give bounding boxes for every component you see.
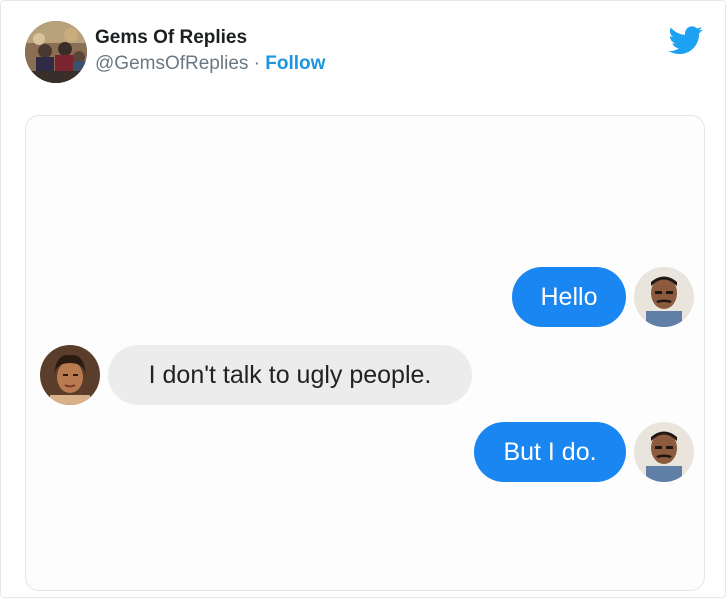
author-name[interactable]: Gems Of Replies — [95, 27, 247, 49]
message-bubble-incoming: I don't talk to ugly people. — [108, 345, 472, 405]
twitter-bird-icon[interactable] — [669, 23, 703, 57]
author-avatar[interactable] — [25, 21, 87, 83]
chat-screenshot[interactable]: Hello I don't talk to ugly people. But I… — [25, 115, 705, 591]
sender-avatar — [634, 267, 694, 327]
author-avatar-image — [25, 21, 87, 83]
handle-separator: · — [253, 53, 260, 74]
message-bubble-outgoing: Hello — [512, 267, 626, 327]
receiver-avatar — [40, 345, 100, 405]
author-handle-row: @GemsOfReplies · Follow — [95, 53, 325, 75]
sender-avatar — [634, 422, 694, 482]
woman-face-image — [40, 345, 100, 405]
follow-link[interactable]: Follow — [265, 53, 325, 74]
tweet-card: Gems Of Replies @GemsOfReplies · Follow … — [0, 0, 726, 598]
man-face-image — [634, 422, 694, 482]
tweet-header: Gems Of Replies @GemsOfReplies · Follow — [23, 19, 703, 83]
man-face-image — [634, 267, 694, 327]
message-bubble-outgoing: But I do. — [474, 422, 626, 482]
author-handle[interactable]: @GemsOfReplies — [95, 53, 248, 74]
